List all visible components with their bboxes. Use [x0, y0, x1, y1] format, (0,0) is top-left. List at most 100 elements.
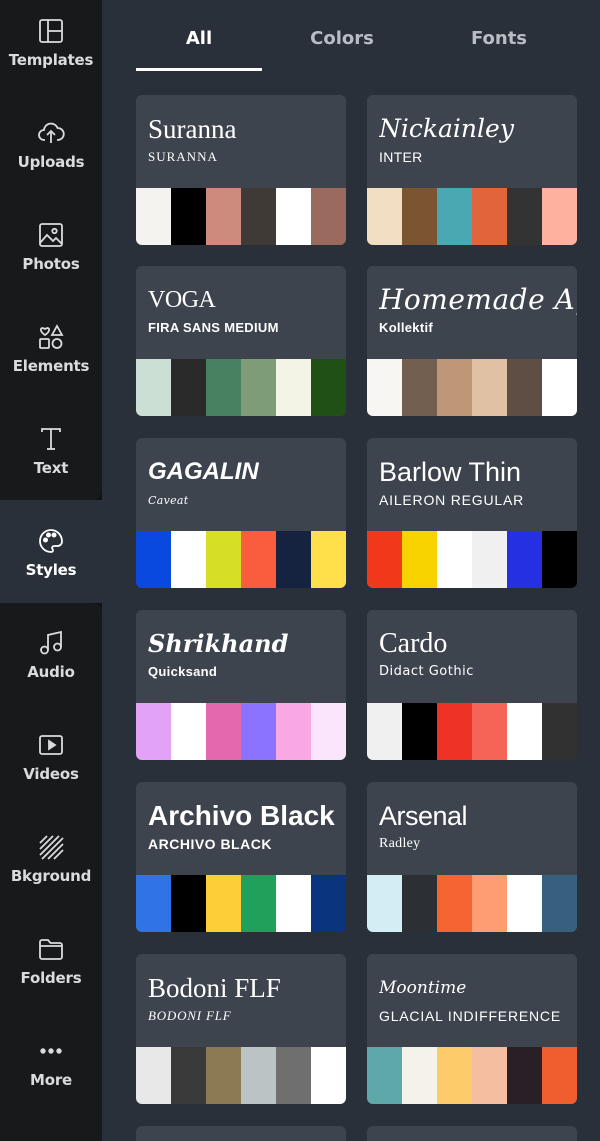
color-swatch	[206, 875, 241, 932]
color-swatch	[136, 1047, 171, 1104]
style-subtitle: Didact Gothic	[379, 664, 474, 679]
style-title: GAGALIN	[148, 458, 259, 485]
color-swatch	[241, 875, 276, 932]
style-card[interactable]: GAGALIN Caveat	[136, 438, 346, 588]
sidebar-item-label: Elements	[12, 357, 90, 375]
color-swatches	[367, 359, 577, 416]
sidebar-item-photos[interactable]: Photos	[0, 204, 102, 306]
video-play-icon	[36, 730, 66, 760]
color-swatch	[542, 875, 577, 932]
color-swatches	[136, 188, 346, 245]
style-title: Arsenal	[379, 801, 468, 831]
color-swatch	[367, 875, 402, 932]
style-card[interactable]: Archivo Black ARCHIVO BLACK	[136, 782, 346, 932]
color-swatch	[507, 359, 542, 416]
style-card[interactable]: Moontime GLACIAL INDIFFERENCE	[367, 954, 577, 1104]
sidebar-item-label: Text	[33, 459, 69, 477]
color-swatch	[367, 1047, 402, 1104]
upload-cloud-icon	[36, 118, 66, 148]
color-swatch	[472, 531, 507, 588]
style-card[interactable]: Shrikhand Quicksand	[136, 610, 346, 760]
sidebar-item-label: Styles	[25, 561, 77, 579]
style-subtitle: Radley	[379, 836, 421, 851]
color-swatch	[241, 703, 276, 760]
sidebar-item-text[interactable]: Text	[0, 408, 102, 510]
style-title: Barlow Thin	[379, 457, 522, 487]
sidebar-item-videos[interactable]: Videos	[0, 714, 102, 816]
style-title: Suranna	[148, 114, 237, 144]
color-swatch	[241, 1047, 276, 1104]
color-swatch	[206, 359, 241, 416]
style-title: Moontime	[379, 978, 467, 998]
style-card[interactable]: VOGA FIRA SANS MEDIUM	[136, 266, 346, 416]
color-swatch	[276, 875, 311, 932]
color-swatch	[402, 875, 437, 932]
active-tab-indicator	[136, 68, 262, 71]
color-swatch	[171, 1047, 206, 1104]
color-swatch	[171, 875, 206, 932]
image-icon	[36, 220, 66, 250]
color-swatch	[367, 188, 402, 245]
more-dots-icon	[36, 1036, 66, 1066]
tab-all[interactable]: All	[136, 28, 262, 49]
sidebar-item-label: Bkground	[10, 867, 92, 885]
color-swatches	[367, 875, 577, 932]
sidebar-item-bkground[interactable]: Bkground	[0, 816, 102, 918]
style-card[interactable]: Barlow Thin AILERON REGULAR	[367, 438, 577, 588]
style-card[interactable]: Cardo Didact Gothic	[367, 610, 577, 760]
style-subtitle: SURANNA	[148, 149, 218, 164]
tab-colors[interactable]: Colors	[282, 28, 402, 49]
color-swatch	[507, 188, 542, 245]
sidebar-item-label: Templates	[8, 51, 94, 69]
sidebar-item-styles[interactable]: Styles	[0, 510, 102, 612]
style-subtitle: GLACIAL INDIFFERENCE	[379, 1008, 561, 1024]
color-swatch	[136, 359, 171, 416]
color-swatch	[402, 531, 437, 588]
sidebar-item-more[interactable]: More	[0, 1020, 102, 1122]
tab-fonts[interactable]: Fonts	[439, 28, 559, 49]
color-swatch	[311, 188, 346, 245]
color-swatch	[276, 188, 311, 245]
color-swatch	[241, 531, 276, 588]
sidebar-item-folders[interactable]: Folders	[0, 918, 102, 1020]
style-subtitle: INTER	[379, 149, 423, 165]
color-swatch	[136, 531, 171, 588]
color-swatch	[171, 359, 206, 416]
color-swatches	[136, 531, 346, 588]
style-card[interactable]: Bodoni FLF BODONI FLF	[136, 954, 346, 1104]
color-swatch	[542, 1047, 577, 1104]
sidebar-item-uploads[interactable]: Uploads	[0, 102, 102, 204]
color-swatch	[311, 531, 346, 588]
folder-icon	[36, 934, 66, 964]
style-subtitle: AILERON REGULAR	[379, 492, 525, 508]
style-card[interactable]: Suranna SURANNA	[136, 95, 346, 245]
style-title: Homemade Apple	[379, 283, 577, 316]
style-card[interactable]: Homemade Apple Kollektif	[367, 266, 577, 416]
color-swatch	[276, 703, 311, 760]
color-swatch	[472, 875, 507, 932]
style-card-partial[interactable]	[136, 1126, 346, 1141]
style-card[interactable]: Nickainley INTER	[367, 95, 577, 245]
color-swatch	[542, 188, 577, 245]
color-swatch	[437, 359, 472, 416]
style-card[interactable]: Arsenal Radley	[367, 782, 577, 932]
color-swatch	[206, 1047, 241, 1104]
color-swatch	[507, 875, 542, 932]
color-swatch	[402, 359, 437, 416]
style-card-partial[interactable]	[367, 1126, 577, 1141]
color-swatch	[206, 188, 241, 245]
color-swatches	[136, 1047, 346, 1104]
style-title: Bodoni FLF	[148, 973, 281, 1003]
color-swatch	[276, 531, 311, 588]
text-t-icon	[36, 424, 66, 454]
style-subtitle: Caveat	[148, 494, 189, 507]
color-swatch	[241, 359, 276, 416]
sidebar-item-label: Photos	[22, 255, 80, 273]
color-swatch	[402, 1047, 437, 1104]
color-swatch	[402, 188, 437, 245]
sidebar-item-elements[interactable]: Elements	[0, 306, 102, 408]
sidebar-item-audio[interactable]: Audio	[0, 612, 102, 714]
color-swatches	[367, 703, 577, 760]
color-swatch	[311, 875, 346, 932]
sidebar-item-templates[interactable]: Templates	[0, 0, 102, 102]
